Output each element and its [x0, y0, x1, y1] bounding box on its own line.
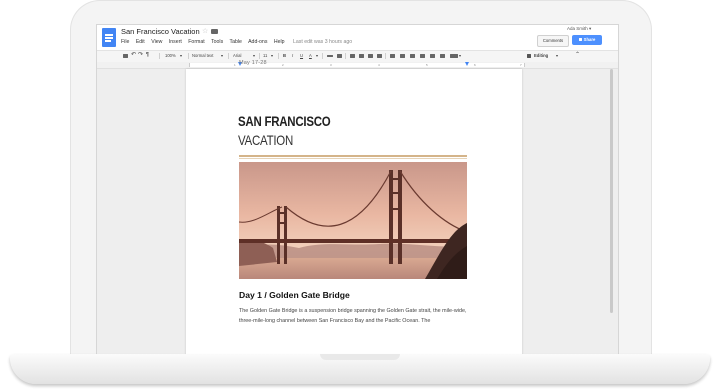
menu-edit[interactable]: Edit — [136, 39, 145, 45]
divider-line — [239, 155, 467, 157]
toolbar-divider — [159, 53, 160, 59]
share-button[interactable]: Share — [572, 35, 602, 45]
laptop-notch-front — [320, 354, 400, 360]
vertical-scrollbar[interactable] — [610, 69, 613, 313]
heading-title: SAN FRANCISCO — [238, 113, 331, 129]
page-content: May 17-28 SAN FRANCISCO VACATION Day 1 /… — [185, 0, 521, 390]
menu-view[interactable]: View — [151, 39, 162, 45]
divider-line-thin — [239, 158, 467, 159]
zoom-select[interactable]: 100% — [165, 53, 176, 58]
collapse-menu-icon[interactable]: ⌃ — [575, 51, 580, 58]
day-heading: Day 1 / Golden Gate Bridge — [239, 290, 350, 300]
menu-file[interactable]: File — [121, 39, 129, 45]
print-icon[interactable] — [123, 54, 128, 58]
user-account[interactable]: Ada Smith ▾ — [567, 26, 591, 32]
comments-button[interactable]: Comments — [537, 35, 569, 47]
editing-mode-select[interactable]: Editing — [534, 53, 548, 58]
google-docs-icon[interactable] — [102, 28, 116, 47]
pencil-icon[interactable] — [527, 54, 531, 58]
paint-format-icon[interactable]: ¶ — [146, 52, 149, 58]
redo-icon[interactable]: ↷ — [138, 51, 143, 58]
editing-mode-dropdown-icon[interactable]: ▾ — [556, 53, 558, 58]
undo-icon[interactable]: ↶ — [131, 51, 136, 58]
menu-insert[interactable]: Insert — [169, 39, 182, 45]
trip-dates: May 17-28 — [239, 60, 267, 66]
golden-gate-bridge-photo[interactable] — [239, 162, 467, 279]
share-label: Share — [583, 37, 596, 42]
body-paragraph: The Golden Gate Bridge is a suspension b… — [239, 308, 467, 324]
heading-subtitle: VACATION — [238, 132, 294, 148]
zoom-dropdown-icon[interactable]: ▾ — [180, 53, 182, 58]
lock-icon — [578, 38, 582, 42]
